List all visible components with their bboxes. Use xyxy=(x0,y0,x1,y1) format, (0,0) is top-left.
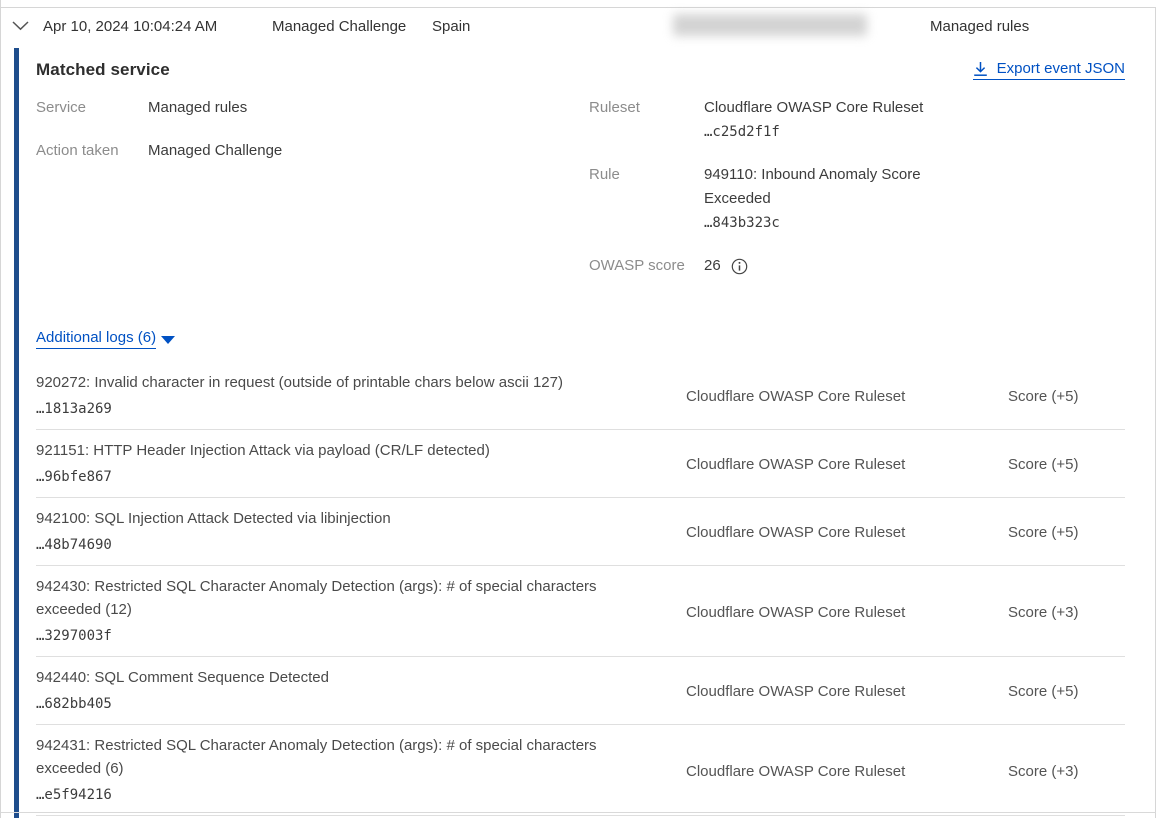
info-icon[interactable] xyxy=(731,258,748,275)
log-row: 920272: Invalid character in request (ou… xyxy=(36,362,1125,430)
log-id-hash: …48b74690 xyxy=(36,532,630,558)
log-score: Score (+5) xyxy=(1008,388,1078,405)
rule-field: Rule 949110: Inbound Anomaly Score Excee… xyxy=(589,163,1125,235)
rule-value: 949110: Inbound Anomaly Score Exceeded xyxy=(704,163,946,211)
log-ruleset: Cloudflare OWASP Core Ruleset xyxy=(686,763,1008,780)
ruleset-label: Ruleset xyxy=(589,96,704,144)
ruleset-field: Ruleset Cloudflare OWASP Core Ruleset …c… xyxy=(589,96,1125,144)
event-service: Managed rules xyxy=(930,18,1029,35)
panel-title: Matched service xyxy=(36,60,170,80)
owasp-score-field: OWASP score 26 xyxy=(589,254,1125,278)
additional-logs-list: 920272: Invalid character in request (ou… xyxy=(36,362,1125,816)
event-timestamp: Apr 10, 2024 10:04:24 AM xyxy=(43,18,217,35)
log-score: Score (+3) xyxy=(1008,604,1078,621)
action-taken-field: Action taken Managed Challenge xyxy=(36,139,589,163)
download-icon xyxy=(973,61,988,77)
export-event-json-link[interactable]: Export event JSON xyxy=(973,60,1125,80)
log-row: 942440: SQL Comment Sequence Detected …6… xyxy=(36,657,1125,725)
log-score: Score (+5) xyxy=(1008,683,1078,700)
owasp-score-label: OWASP score xyxy=(589,254,704,278)
event-row[interactable]: Apr 10, 2024 10:04:24 AM Managed Challen… xyxy=(1,8,1155,48)
table-right-border xyxy=(1155,7,1156,818)
event-action: Managed Challenge xyxy=(272,18,406,35)
log-id-hash: …3297003f xyxy=(36,623,630,649)
service-value: Managed rules xyxy=(148,96,247,120)
log-ruleset: Cloudflare OWASP Core Ruleset xyxy=(686,388,1008,405)
service-label: Service xyxy=(36,96,148,120)
log-id-hash: …96bfe867 xyxy=(36,464,630,490)
log-ruleset: Cloudflare OWASP Core Ruleset xyxy=(686,604,1008,621)
additional-logs-label: Additional logs (6) xyxy=(36,329,156,349)
log-title: 942430: Restricted SQL Character Anomaly… xyxy=(36,575,630,621)
log-score: Score (+5) xyxy=(1008,524,1078,541)
export-link-label: Export event JSON xyxy=(997,60,1125,77)
log-id-hash: …682bb405 xyxy=(36,691,630,717)
log-ruleset: Cloudflare OWASP Core Ruleset xyxy=(686,524,1008,541)
action-taken-value: Managed Challenge xyxy=(148,139,282,163)
log-score: Score (+3) xyxy=(1008,763,1078,780)
rule-id-hash: …843b323c xyxy=(704,211,946,235)
log-row: 942431: Restricted SQL Character Anomaly… xyxy=(36,725,1125,816)
log-row: 942430: Restricted SQL Character Anomaly… xyxy=(36,566,1125,657)
log-ruleset: Cloudflare OWASP Core Ruleset xyxy=(686,456,1008,473)
table-row-bottom-divider xyxy=(1,812,1156,813)
log-row: 942100: SQL Injection Attack Detected vi… xyxy=(36,498,1125,566)
log-title: 942100: SQL Injection Attack Detected vi… xyxy=(36,507,630,530)
additional-logs-toggle[interactable]: Additional logs (6) xyxy=(36,329,175,349)
log-title: 920272: Invalid character in request (ou… xyxy=(36,371,630,394)
ruleset-id-hash: …c25d2f1f xyxy=(704,120,923,144)
service-field: Service Managed rules xyxy=(36,96,589,120)
log-id-hash: …e5f94216 xyxy=(36,782,630,808)
event-country: Spain xyxy=(432,18,470,35)
event-detail-panel: Matched service Export event JSON Servic… xyxy=(1,48,1155,816)
log-ruleset: Cloudflare OWASP Core Ruleset xyxy=(686,683,1008,700)
log-title: 921151: HTTP Header Injection Attack via… xyxy=(36,439,630,462)
log-title: 942431: Restricted SQL Character Anomaly… xyxy=(36,734,630,780)
log-row: 921151: HTTP Header Injection Attack via… xyxy=(36,430,1125,498)
log-score: Score (+5) xyxy=(1008,456,1078,473)
action-taken-label: Action taken xyxy=(36,139,148,163)
triangle-down-icon xyxy=(161,336,175,344)
rule-label: Rule xyxy=(589,163,704,235)
owasp-score-value: 26 xyxy=(704,254,721,278)
log-title: 942440: SQL Comment Sequence Detected xyxy=(36,666,630,689)
log-id-hash: …1813a269 xyxy=(36,396,630,422)
ruleset-value: Cloudflare OWASP Core Ruleset xyxy=(704,96,923,120)
chevron-down-icon[interactable] xyxy=(12,21,29,31)
redacted-host xyxy=(673,14,867,36)
